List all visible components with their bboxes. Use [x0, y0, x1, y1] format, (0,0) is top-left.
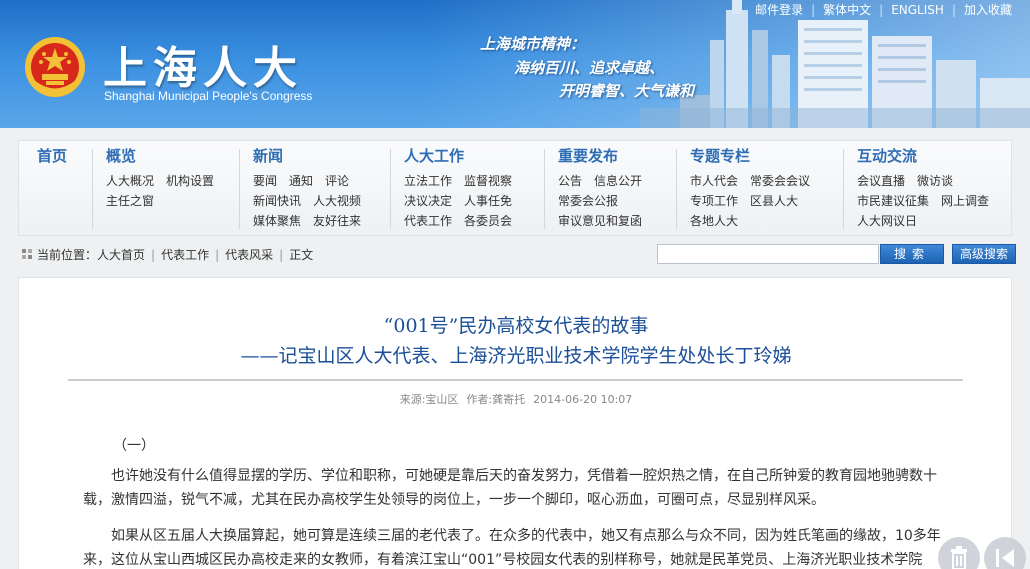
nav-item[interactable]: 常委会公报 [558, 191, 618, 211]
nav-item[interactable]: 常委会会议 [750, 171, 810, 191]
traditional-chinese-link[interactable]: 繁体中文 [823, 3, 871, 17]
nav-item[interactable]: 专项工作 [690, 191, 738, 211]
prev-icon [996, 549, 1014, 567]
title-divider [68, 379, 963, 381]
nav-item[interactable]: 市民建议征集 [857, 191, 929, 211]
article-datetime: 2014-06-20 10:07 [533, 393, 633, 406]
city-spirit-line-1: 海纳百川、追求卓越、 [514, 59, 665, 77]
nav-item[interactable]: 代表工作 [404, 211, 452, 231]
divider: | [279, 248, 284, 262]
nav-item[interactable]: 媒体聚焦 [253, 211, 301, 231]
city-spirit-line-2: 开明睿智、大气谦和 [559, 82, 695, 100]
nav-item[interactable]: 人大概况 [106, 171, 154, 191]
main-nav: 首页 概览 人大概况 机构设置 主任之窗 新闻 要闻 通知 评论 新闻快讯 人大… [18, 140, 1012, 236]
city-skyline-image [640, 0, 1030, 128]
floating-tools [930, 537, 1030, 569]
trash-icon [951, 546, 967, 569]
nav-item[interactable]: 公告 [558, 171, 582, 191]
city-spirit-heading: 上海城市精神： [480, 35, 586, 53]
site-subtitle: Shanghai Municipal People's Congress [104, 89, 313, 103]
breadcrumb-home[interactable]: 人大首页 [97, 248, 145, 262]
nav-head-news[interactable]: 新闻 [253, 145, 283, 166]
nav-item[interactable]: 微访谈 [917, 171, 953, 191]
nav-home-link[interactable]: 首页 [37, 145, 67, 166]
article-panel: “001号”民办高校女代表的故事 ——记宝山区人大代表、上海济光职业技术学院学生… [18, 277, 1012, 569]
nav-item[interactable]: 区县人大 [750, 191, 798, 211]
nav-item[interactable]: 新闻快讯 [253, 191, 301, 211]
add-favorite-link[interactable]: 加入收藏 [964, 3, 1012, 17]
divider: | [879, 3, 884, 17]
nav-item[interactable]: 友好往来 [313, 211, 361, 231]
article-source: 来源:宝山区 [399, 393, 459, 406]
nav-head-work[interactable]: 人大工作 [404, 145, 464, 166]
nav-item[interactable]: 主任之窗 [106, 191, 154, 211]
nav-item[interactable]: 审议意见和复函 [558, 211, 642, 231]
breadcrumb-current: 正文 [289, 248, 314, 262]
nav-item[interactable]: 评论 [325, 171, 349, 191]
nav-item[interactable]: 各委员会 [464, 211, 512, 231]
search-button[interactable]: 搜索 [880, 244, 944, 264]
breadcrumb-rep-work[interactable]: 代表工作 [161, 248, 209, 262]
nav-item[interactable]: 通知 [289, 171, 313, 191]
location-icon [22, 249, 32, 259]
article-meta: 来源:宝山区 作者:龚寄托 2014-06-20 10:07 [19, 391, 1013, 407]
trash-button[interactable] [938, 537, 980, 569]
prev-button[interactable] [984, 537, 1026, 569]
article-subtitle: ——记宝山区人大代表、上海济光职业技术学院学生处处长丁玲娣 [240, 345, 792, 367]
nav-item[interactable]: 信息公开 [594, 171, 642, 191]
national-emblem-icon [25, 37, 85, 97]
search-input[interactable] [657, 244, 879, 264]
nav-item[interactable]: 要闻 [253, 171, 277, 191]
nav-head-interact[interactable]: 互动交流 [857, 145, 917, 166]
article-title: “001号”民办高校女代表的故事 [383, 315, 649, 337]
breadcrumb-rep-profile[interactable]: 代表风采 [225, 248, 273, 262]
nav-item[interactable]: 会议直播 [857, 171, 905, 191]
divider: | [951, 3, 956, 17]
nav-item[interactable]: 监督视察 [464, 171, 512, 191]
english-link[interactable]: ENGLISH [891, 3, 944, 17]
site-header: 上海人大 Shanghai Municipal People's Congres… [0, 0, 1030, 128]
nav-item[interactable]: 决议决定 [404, 191, 452, 211]
article-paragraph: 也许她没有什么值得显摆的学历、学位和职称，可她硬是靠后天的奋发努力，凭借着一腔炽… [83, 468, 937, 508]
nav-head-releases[interactable]: 重要发布 [558, 145, 618, 166]
top-links: 邮件登录 | 繁体中文 | ENGLISH | 加入收藏 [755, 1, 1012, 18]
breadcrumb: 当前位置：人大首页 | 代表工作 | 代表风采 | 正文 [37, 246, 313, 263]
nav-head-overview[interactable]: 概览 [106, 145, 136, 166]
divider: | [811, 3, 816, 17]
divider: | [215, 248, 220, 262]
nav-item[interactable]: 人大视频 [313, 191, 361, 211]
breadcrumb-bar: 当前位置：人大首页 | 代表工作 | 代表风采 | 正文 搜索 高级搜索 [18, 243, 1016, 265]
mail-login-link[interactable]: 邮件登录 [755, 3, 803, 17]
nav-item[interactable]: 人大网议日 [857, 211, 917, 231]
advanced-search-button[interactable]: 高级搜索 [952, 244, 1016, 264]
nav-item[interactable]: 立法工作 [404, 171, 452, 191]
nav-item[interactable]: 人事任免 [464, 191, 512, 211]
nav-item[interactable]: 网上调查 [941, 191, 989, 211]
divider: | [151, 248, 156, 262]
article-author: 作者:龚寄托 [466, 393, 526, 406]
article-paragraph: 如果从区五届人大换届算起，她可算是连续三届的老代表了。在众多的代表中，她又有点那… [83, 528, 941, 568]
nav-item[interactable]: 机构设置 [166, 171, 214, 191]
site-title: 上海人大 [103, 43, 303, 94]
nav-head-topics[interactable]: 专题专栏 [690, 145, 750, 166]
nav-item[interactable]: 各地人大 [690, 211, 738, 231]
section-number: （一） [113, 438, 155, 454]
nav-item[interactable]: 市人代会 [690, 171, 738, 191]
breadcrumb-prefix: 当前位置： [37, 248, 98, 262]
